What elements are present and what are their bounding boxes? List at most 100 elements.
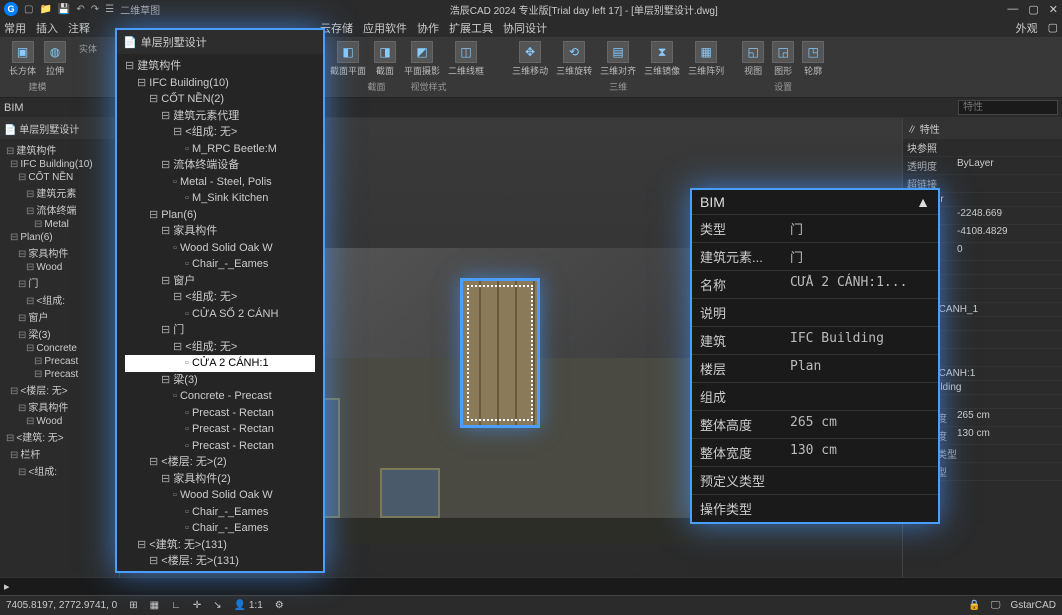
tree-item[interactable]: ⊟门	[2, 274, 117, 291]
popup-tree-item[interactable]: IFC Building(10)	[125, 75, 315, 92]
menu-maximize-icon[interactable]: ▢	[1048, 21, 1058, 34]
ribbon-3dmirror-button[interactable]: ⧗三维镜像	[641, 40, 683, 78]
menu-appearance[interactable]: 外观	[1016, 20, 1038, 36]
bim-property-row[interactable]: 操作类型	[692, 494, 938, 522]
ribbon-3darray-button[interactable]: ▦三维阵列	[685, 40, 727, 78]
popup-tree-item[interactable]: Chair_-_Eames	[125, 256, 315, 273]
popup-tree-item[interactable]: CỐT NỀN(2)	[125, 91, 315, 108]
popup-tree-item[interactable]: CỬA 2 CÁNH:1	[125, 355, 315, 372]
tree-item[interactable]: ⊟梁(3)	[2, 325, 117, 342]
popup-tree-item[interactable]: <组成: 无>	[125, 289, 315, 306]
popup-tree-item[interactable]: M_RPC Beetle:M	[125, 141, 315, 158]
popup-tree-item[interactable]: Precast - Rectan	[125, 421, 315, 438]
ribbon-graphic-button[interactable]: ◲图形	[769, 40, 797, 78]
popup-tree-item[interactable]: Chair_-_Eames	[125, 520, 315, 537]
bim-property-row[interactable]: 建筑元素...门	[692, 242, 938, 270]
undo-icon[interactable]: ↶	[76, 4, 84, 15]
popup-bim-properties[interactable]: BIM ▲ 类型门建筑元素...门名称CỬA 2 CÁNH:1...说明建筑IF…	[690, 188, 940, 524]
close-icon[interactable]: ✕	[1049, 3, 1058, 16]
tree-item[interactable]: ⊟Precast	[2, 368, 117, 381]
minimize-icon[interactable]: —	[1007, 3, 1018, 16]
tree-item[interactable]: ⊟<组成:	[2, 462, 117, 479]
popup-tree-item[interactable]: 流体终端设备	[125, 157, 315, 174]
ribbon-3dalign-button[interactable]: ▤三维对齐	[597, 40, 639, 78]
popup-tree-item[interactable]: <建筑: 无>(131)	[125, 537, 315, 554]
tree-item[interactable]: ⊟窗户	[2, 308, 117, 325]
popup-tree-item[interactable]: Concrete - Precast	[125, 388, 315, 405]
ribbon-box-button[interactable]: ▣长方体	[6, 40, 39, 78]
popup-tree-item[interactable]: Wood Solid Oak W	[125, 487, 315, 504]
snap-toggle[interactable]: ⊞	[129, 600, 137, 611]
tree-item[interactable]: ⊟家具构件	[2, 398, 117, 415]
popup-tree-item[interactable]: <楼层: 无>(2)	[125, 454, 315, 471]
tree-item[interactable]: ⊟Plan(6)	[2, 231, 117, 244]
tree-item[interactable]: ⊟建筑构件	[2, 141, 117, 158]
redo-icon[interactable]: ↷	[91, 4, 99, 15]
open-icon[interactable]: 📁	[39, 4, 51, 15]
popup-tree-item[interactable]: 梁(3)	[125, 372, 315, 389]
menu-common[interactable]: 常用	[4, 20, 26, 36]
menu-annotate[interactable]: 注释	[68, 20, 90, 36]
tree-item[interactable]: ⊟<建筑: 无>	[2, 428, 117, 445]
ribbon-extrude-button[interactable]: ◍拉伸	[41, 40, 69, 78]
tree-item[interactable]: ⊟<组成:	[2, 291, 117, 308]
tree-item[interactable]: ⊟建筑元素	[2, 184, 117, 201]
bim-property-row[interactable]: 楼层Plan	[692, 354, 938, 382]
popup-tree-item[interactable]: Precast - Rectan	[125, 405, 315, 422]
bim-property-row[interactable]: 说明	[692, 298, 938, 326]
popup-tree-item[interactable]: Metal - Steel, Polis	[125, 174, 315, 191]
ribbon-section-button[interactable]: ◨截面	[371, 40, 399, 78]
track-toggle[interactable]: ↘	[213, 600, 221, 611]
popup-tree-item[interactable]: 家具构件(2)	[125, 471, 315, 488]
bim-property-row[interactable]: 组成	[692, 382, 938, 410]
save-icon[interactable]: 💾	[58, 4, 70, 15]
bim-property-row[interactable]: 类型门	[692, 214, 938, 242]
tree-item[interactable]: ⊟Concrete	[2, 342, 117, 355]
new-icon[interactable]: ▢	[24, 4, 33, 15]
ribbon-outline-button[interactable]: ◳轮廓	[799, 40, 827, 78]
tree-item[interactable]: ⊟<楼层: 无>	[2, 381, 117, 398]
tree-item[interactable]: ⊟Precast	[2, 355, 117, 368]
popup-tree-item[interactable]: 建筑构件	[125, 58, 315, 75]
ribbon-3drotate-button[interactable]: ⟲三维旋转	[553, 40, 595, 78]
command-bar[interactable]: ▸	[0, 577, 1062, 595]
tree-item[interactable]: ⊟流体终端	[2, 201, 117, 218]
ortho-toggle[interactable]: ∟	[171, 600, 181, 611]
polar-toggle[interactable]: ✛	[193, 600, 201, 611]
menu-insert[interactable]: 插入	[36, 20, 58, 36]
menu-apps[interactable]: 应用软件	[363, 20, 407, 36]
tree-item[interactable]: ⊟栏杆	[2, 445, 117, 462]
popup-tree-item[interactable]: 门	[125, 322, 315, 339]
grid-toggle[interactable]: ▦	[150, 600, 159, 611]
popup-tree-item[interactable]: 窗户	[125, 273, 315, 290]
tree-item[interactable]: ⊟Wood	[2, 261, 117, 274]
maximize-icon[interactable]: ▢	[1028, 3, 1038, 16]
command-input[interactable]	[10, 581, 1058, 592]
collapse-icon[interactable]: ▲	[916, 194, 930, 210]
layer-combo[interactable]: 二维草图	[120, 2, 160, 17]
bim-property-row[interactable]: 整体高度265 cm	[692, 410, 938, 438]
ribbon-flatshot-button[interactable]: ◩平面摄影	[401, 40, 443, 78]
tree-item[interactable]: ⊟Metal	[2, 218, 117, 231]
search-icon[interactable]: ☰	[105, 4, 114, 15]
ribbon-3dmove-button[interactable]: ✥三维移动	[509, 40, 551, 78]
lock-icon[interactable]: 🔒	[968, 600, 980, 611]
tree-item[interactable]: ⊟Wood	[2, 415, 117, 428]
popup-tree-item[interactable]: CỬA SỔ 2 CÁNH	[125, 306, 315, 323]
selected-door[interactable]	[460, 278, 540, 428]
tree-item[interactable]: ⊟家具构件	[2, 244, 117, 261]
popup-tree-item[interactable]: 建筑元素代理	[125, 108, 315, 125]
popup-tree-item[interactable]: <组成: 无>	[125, 339, 315, 356]
ribbon-view-button[interactable]: ◱视图	[739, 40, 767, 78]
ribbon-2dwire-button[interactable]: ◫二维线框	[445, 40, 487, 78]
tree-item[interactable]: ⊟IFC Building(10)	[2, 158, 117, 171]
popup-tree-item[interactable]: Plan(6)	[125, 207, 315, 224]
popup-tree-item[interactable]: Wood Solid Oak W	[125, 240, 315, 257]
scale-toggle[interactable]: ⚙	[275, 600, 284, 611]
popup-tree-item[interactable]: M_Sink Kitchen	[125, 190, 315, 207]
popup-tree-item[interactable]: Chair_-_Eames	[125, 504, 315, 521]
tree-item[interactable]: ⊟CỐT NỀN	[2, 171, 117, 184]
menu-coop[interactable]: 协同设计	[503, 20, 547, 36]
bim-property-row[interactable]: 名称CỬA 2 CÁNH:1...	[692, 270, 938, 298]
bim-property-row[interactable]: 整体宽度130 cm	[692, 438, 938, 466]
